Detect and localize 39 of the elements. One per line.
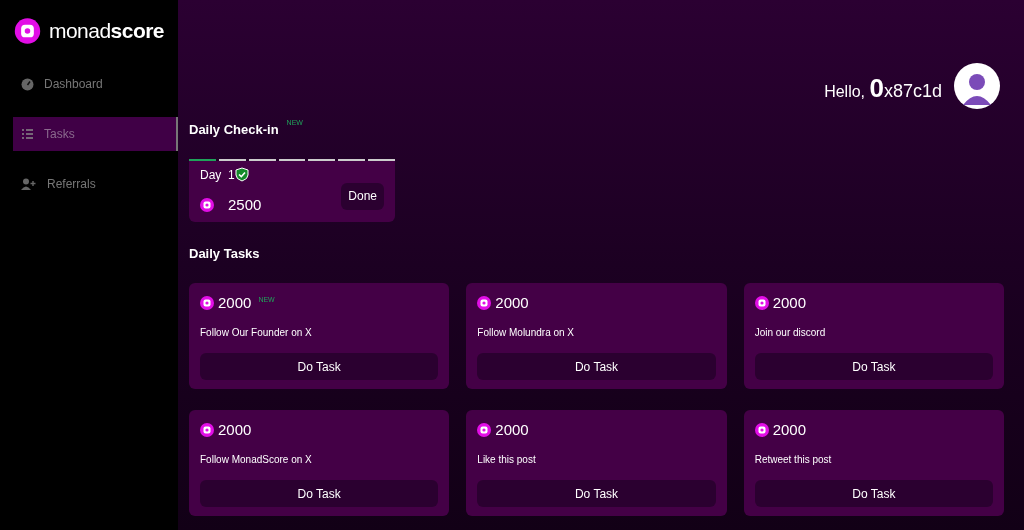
coin-icon xyxy=(754,296,769,310)
sidebar-item[interactable]: Dashboard xyxy=(13,67,178,101)
do-task-button[interactable]: Do Task xyxy=(754,353,993,380)
avatar[interactable] xyxy=(954,62,1000,109)
task-label: Retweet this post xyxy=(754,453,833,467)
coin-icon xyxy=(200,423,214,437)
section-title: Daily Check-in xyxy=(189,121,279,139)
day-label: Day 1 xyxy=(200,166,235,184)
points: 2000 xyxy=(495,422,529,438)
points: 2500 xyxy=(228,194,262,215)
gauge-icon xyxy=(21,77,34,91)
task-label: Follow Molundra on X xyxy=(477,326,576,340)
task-label: Follow MonadScore on X xyxy=(200,453,313,467)
section-title: Daily Tasks xyxy=(189,244,261,263)
do-task-button[interactable]: Do Task xyxy=(477,480,716,507)
list-icon xyxy=(21,128,34,140)
task-label: Like this post xyxy=(477,453,537,467)
coin-icon xyxy=(200,296,214,310)
points: 2000 xyxy=(218,295,252,311)
coin-icon xyxy=(200,198,214,212)
task-label: Follow Our Founder on X xyxy=(200,326,313,340)
logo-text: monadscore xyxy=(49,18,164,45)
points: 2000 xyxy=(772,422,807,438)
do-task-button[interactable]: Do Task xyxy=(477,353,716,380)
sidebar-item[interactable]: Tasks xyxy=(13,117,178,151)
coin-icon xyxy=(754,423,769,437)
done-button[interactable]: Done xyxy=(341,182,384,210)
points: 2000 xyxy=(218,422,252,438)
do-task-button[interactable]: Do Task xyxy=(200,480,439,507)
task-label: Join our discord xyxy=(754,326,827,340)
points: 2000 xyxy=(495,295,529,311)
coin-icon xyxy=(477,296,492,310)
do-task-button[interactable]: Do Task xyxy=(754,480,993,507)
user-plus-icon xyxy=(21,178,37,190)
greeting: Hello, 0x87c1d xyxy=(824,72,942,105)
coin-icon xyxy=(477,423,492,437)
do-task-button[interactable]: Do Task xyxy=(200,353,439,380)
points: 2000 xyxy=(772,295,807,311)
sidebar-item[interactable]: Referrals xyxy=(13,167,178,201)
